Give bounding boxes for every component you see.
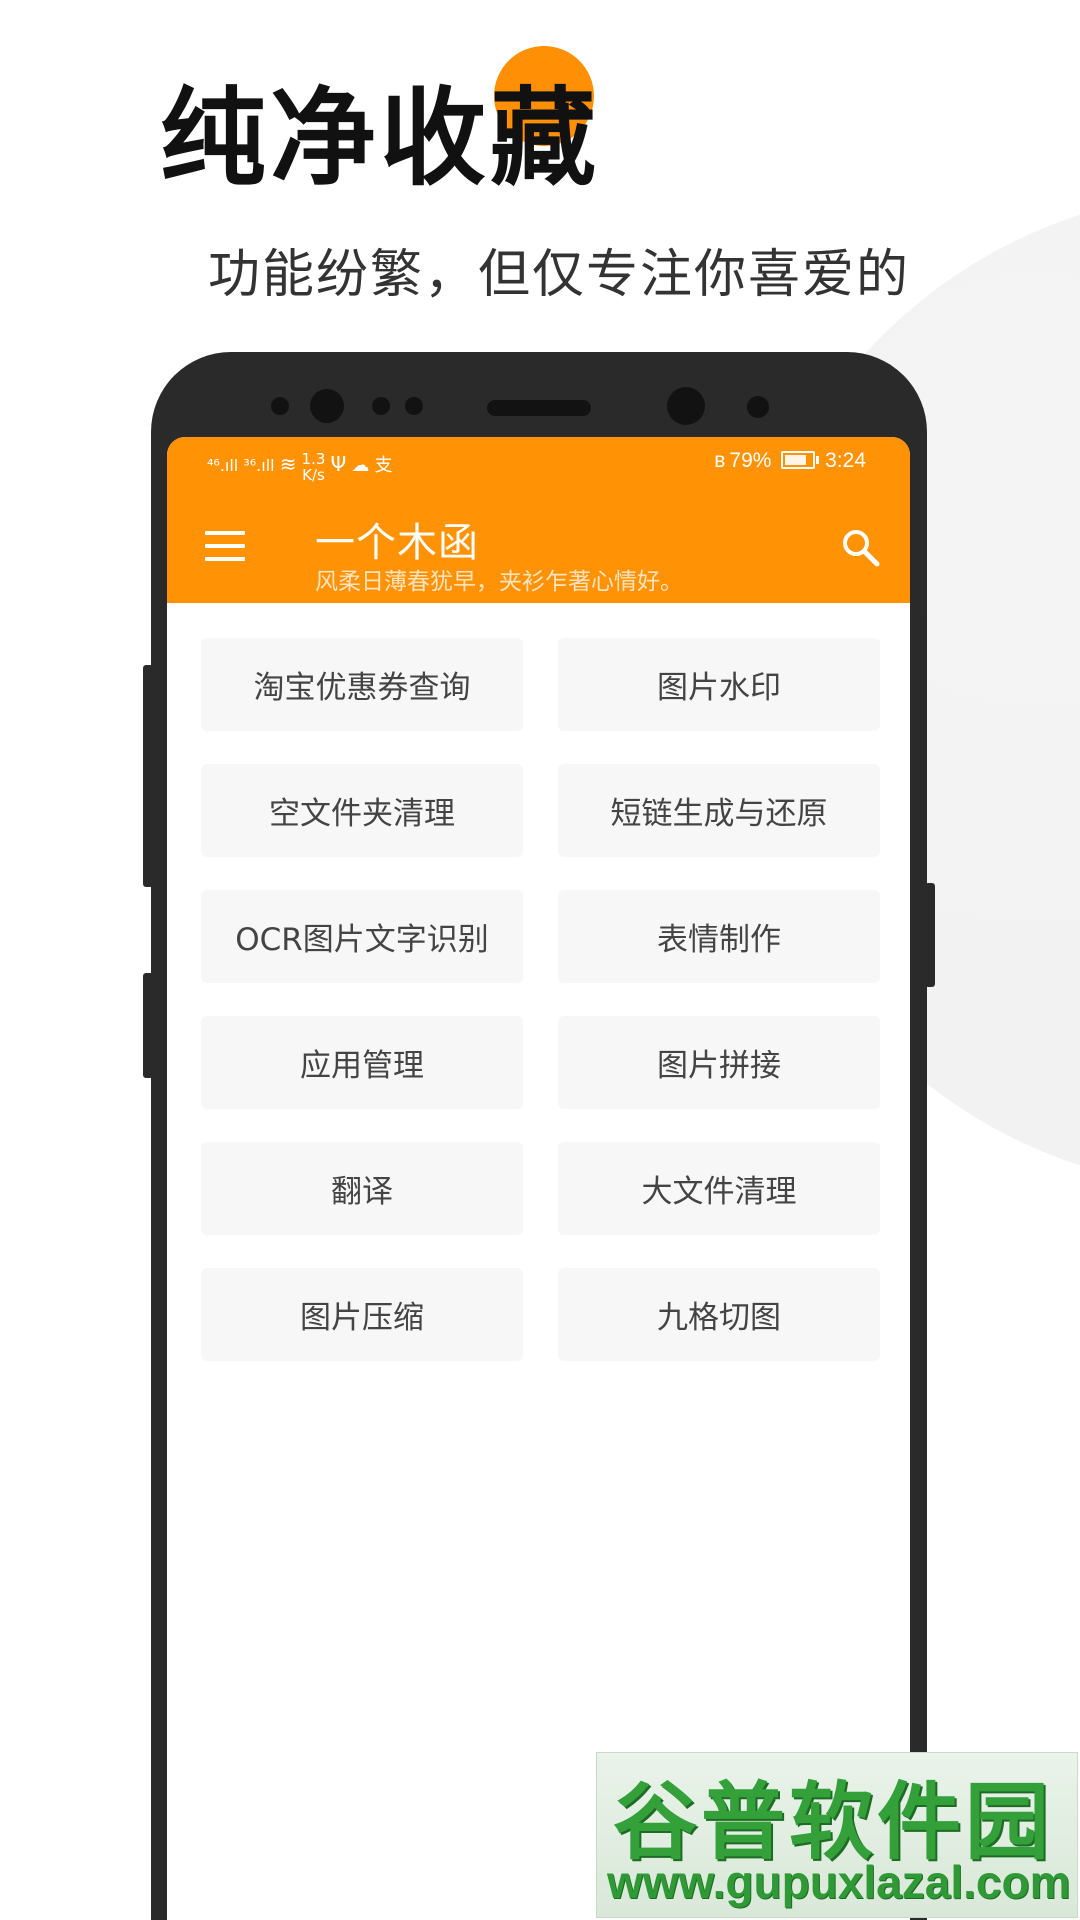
clock: 3:24 (825, 449, 866, 472)
tool-button-taobao-coupon[interactable]: 淘宝优惠券查询 (201, 638, 523, 730)
battery-percent: 79% (729, 449, 772, 472)
wechat-icon: ☁ (351, 455, 370, 476)
wifi-icon: ≋ (279, 452, 297, 476)
sensor-dot (747, 396, 769, 418)
bluetooth-icon: ʙ (714, 449, 726, 472)
status-bar-left: ⁴⁶.ıll ³⁶.ıll ≋ 1.3 K/s Ψ ☁ 支 (207, 451, 392, 483)
watermark-url: www.gupuxlazal.com (607, 1856, 1071, 1908)
menu-line (205, 557, 245, 561)
search-icon[interactable] (840, 527, 880, 567)
watermark-logo: 谷普软件园 www.gupuxlazal.com (596, 1752, 1078, 1918)
tool-grid: 淘宝优惠券查询 图片水印 空文件夹清理 短链生成与还原 OCR图片文字识别 表情… (201, 638, 880, 1360)
app-title: 一个木函 (315, 520, 479, 566)
tool-button-translate[interactable]: 翻译 (201, 1142, 523, 1234)
earpiece-speaker (487, 400, 591, 416)
menu-line (205, 531, 245, 535)
tool-button-image-stitch[interactable]: 图片拼接 (558, 1016, 880, 1108)
menu-line (205, 544, 245, 548)
tool-button-empty-folder-clean[interactable]: 空文件夹清理 (201, 764, 523, 856)
battery-fill (785, 455, 807, 465)
promo-page: 纯净收藏 功能纷繁，但仅专注你喜爱的 ⁴⁶.ıll ³⁶.ıll ≋ 1.3 K… (0, 0, 1080, 1920)
tool-button-ocr[interactable]: OCR图片文字识别 (201, 890, 523, 982)
tool-button-image-compress[interactable]: 图片压缩 (201, 1268, 523, 1360)
tool-button-app-manager[interactable]: 应用管理 (201, 1016, 523, 1108)
phone-screen: ⁴⁶.ıll ³⁶.ıll ≋ 1.3 K/s Ψ ☁ 支 ʙ79% 3:24 (167, 437, 910, 1920)
usb-icon: Ψ (330, 452, 347, 476)
app-bar: ⁴⁶.ıll ³⁶.ıll ≋ 1.3 K/s Ψ ☁ 支 ʙ79% 3:24 (167, 437, 910, 603)
status-bar-right: ʙ 79% 3:24 (710, 449, 866, 473)
front-camera (667, 387, 705, 425)
signal-icon: ⁴⁶.ıll (207, 456, 239, 475)
promo-subheadline: 功能纷繁，但仅专注你喜爱的 (208, 245, 911, 305)
tool-button-emoji-maker[interactable]: 表情制作 (558, 890, 880, 982)
tool-button-short-link[interactable]: 短链生成与还原 (558, 764, 880, 856)
signal-icon: ³⁶.ıll (243, 456, 275, 475)
network-speed-unit: K/s (302, 466, 325, 484)
tool-button-nine-grid-cut[interactable]: 九格切图 (558, 1268, 880, 1360)
sensor-dot (405, 397, 423, 415)
promo-headline: 纯净收藏 (160, 77, 600, 200)
sensor-dot (271, 397, 289, 415)
alipay-icon: 支 (374, 455, 393, 476)
sensor-dot (372, 397, 390, 415)
tool-button-large-file-clean[interactable]: 大文件清理 (558, 1142, 880, 1234)
tool-button-image-watermark[interactable]: 图片水印 (558, 638, 880, 730)
battery-icon (781, 451, 820, 469)
hamburger-menu-icon[interactable] (205, 531, 245, 561)
front-camera (310, 389, 344, 423)
network-speed: 1.3 K/s (302, 451, 326, 483)
app-subtitle: 风柔日薄春犹早，夹衫乍著心情好。 (315, 569, 683, 595)
